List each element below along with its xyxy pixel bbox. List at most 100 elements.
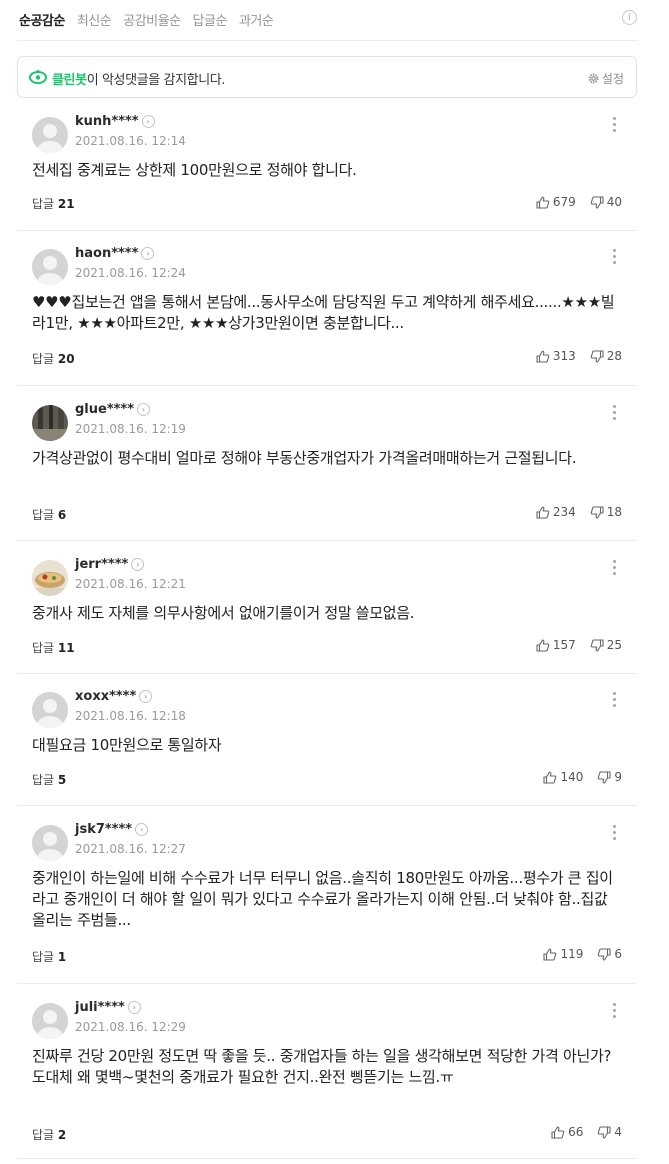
reply-button[interactable]: 답글 2 xyxy=(32,1126,66,1143)
comment-item: haon**** › 2021.08.16. 12:24 ♥♥♥집보는건 앱을 … xyxy=(17,246,636,386)
nickname[interactable]: haon**** xyxy=(75,246,138,261)
reply-button[interactable]: 답글 11 xyxy=(32,639,75,656)
like-button[interactable]: 157 xyxy=(536,638,576,652)
chevron-right-icon[interactable]: › xyxy=(139,690,153,703)
chevron-right-icon[interactable]: › xyxy=(127,1001,141,1014)
chevron-right-icon[interactable]: › xyxy=(141,115,155,128)
comment-text: 가격상관없이 평수대비 얼마로 정해야 부동산중개업자가 가격올려매매하는거 근… xyxy=(32,449,577,467)
cleanbot-text: 이 악성댓글을 감지합니다. xyxy=(86,73,226,88)
tab-sort-likes[interactable]: 순공감순 xyxy=(19,10,65,29)
like-button[interactable]: 313 xyxy=(536,349,576,363)
thumbs-down-icon xyxy=(598,770,611,784)
comment-date: 2021.08.16. 12:24 xyxy=(75,266,186,280)
comment-date: 2021.08.16. 12:29 xyxy=(75,1020,186,1034)
avatar[interactable] xyxy=(32,117,68,153)
dislike-button[interactable]: 9 xyxy=(597,770,622,784)
avatar[interactable] xyxy=(32,405,68,441)
reply-label: 답글 xyxy=(32,1128,55,1142)
cleanbot-settings-button[interactable]: 설정 xyxy=(588,70,624,87)
like-count: 140 xyxy=(560,770,584,784)
dislike-count: 28 xyxy=(606,349,622,363)
like-count: 679 xyxy=(552,195,576,209)
nickname-row: xoxx**** › xyxy=(75,689,153,704)
dislike-button[interactable]: 18 xyxy=(590,505,622,519)
thumbs-down-icon xyxy=(590,349,604,363)
reply-label: 답글 xyxy=(32,352,55,366)
tab-sort-replies[interactable]: 답글순 xyxy=(193,10,228,29)
vote-area: 234 18 xyxy=(522,505,622,519)
more-options-icon[interactable] xyxy=(606,405,622,423)
like-button[interactable]: 140 xyxy=(543,770,583,784)
vote-area: 679 40 xyxy=(522,195,622,209)
comment-date: 2021.08.16. 12:19 xyxy=(75,422,186,436)
nickname[interactable]: xoxx**** xyxy=(75,689,136,704)
avatar[interactable] xyxy=(32,692,68,728)
reply-count: 1 xyxy=(57,950,67,964)
reply-button[interactable]: 답글 21 xyxy=(32,195,75,212)
comment-date: 2021.08.16. 12:21 xyxy=(75,577,186,591)
reply-label: 답글 xyxy=(32,641,55,655)
chevron-right-icon[interactable]: › xyxy=(135,823,149,836)
thumbs-down-icon xyxy=(590,195,604,209)
chevron-right-icon[interactable]: › xyxy=(141,247,155,260)
like-button[interactable]: 234 xyxy=(536,505,576,519)
comment-item: kunh**** › 2021.08.16. 12:14 전세집 중계료는 상한… xyxy=(17,114,636,231)
thumbs-up-icon xyxy=(536,349,550,363)
more-options-icon[interactable] xyxy=(606,560,622,578)
comment-item: xoxx**** › 2021.08.16. 12:18 대필요금 10만원으로… xyxy=(17,689,636,806)
dislike-button[interactable]: 40 xyxy=(590,195,622,209)
tab-sort-latest[interactable]: 최신순 xyxy=(77,10,112,29)
nickname[interactable]: juli**** xyxy=(75,1000,125,1015)
vote-area: 140 9 xyxy=(529,770,622,784)
nickname[interactable]: jsk7**** xyxy=(75,822,132,837)
reply-button[interactable]: 답글 1 xyxy=(32,948,66,965)
avatar[interactable] xyxy=(32,249,68,285)
gear-icon xyxy=(588,73,599,84)
more-options-icon[interactable] xyxy=(606,1003,622,1021)
reply-button[interactable]: 답글 6 xyxy=(32,506,66,523)
dislike-button[interactable]: 25 xyxy=(590,638,622,652)
more-options-icon[interactable] xyxy=(606,825,622,843)
nickname[interactable]: glue**** xyxy=(75,402,134,417)
comment-item: jerr**** › 2021.08.16. 12:21 중개사 제도 자체를 … xyxy=(17,557,636,674)
reply-button[interactable]: 답글 5 xyxy=(32,771,66,788)
chevron-right-icon[interactable]: › xyxy=(137,403,151,416)
like-count: 157 xyxy=(552,638,576,652)
reply-button[interactable]: 답글 20 xyxy=(32,350,75,367)
thumbs-down-icon xyxy=(590,505,604,519)
cleanbot-name: 클린봇 xyxy=(52,73,87,88)
reply-label: 답글 xyxy=(32,773,55,787)
reply-label: 답글 xyxy=(32,197,55,211)
avatar[interactable] xyxy=(32,560,68,596)
comment-text: 대필요금 10만원으로 통일하자 xyxy=(32,736,222,754)
reply-count: 6 xyxy=(57,508,67,522)
chevron-right-icon[interactable]: › xyxy=(131,558,145,571)
avatar[interactable] xyxy=(32,825,68,861)
sort-tabs: 순공감순 최신순 공감비율순 답글순 과거순 xyxy=(19,8,285,30)
nickname[interactable]: jerr**** xyxy=(75,557,128,572)
reply-count: 5 xyxy=(57,773,67,787)
dislike-button[interactable]: 4 xyxy=(597,1125,622,1139)
more-options-icon[interactable] xyxy=(606,249,622,267)
like-button[interactable]: 119 xyxy=(543,947,583,961)
divider xyxy=(17,40,638,41)
vote-area: 157 25 xyxy=(522,638,622,652)
thumbs-down-icon xyxy=(598,947,611,961)
like-button[interactable]: 66 xyxy=(551,1125,583,1139)
nickname-row: juli**** › xyxy=(75,1000,141,1015)
thumbs-up-icon xyxy=(551,1125,565,1139)
tab-sort-like-ratio[interactable]: 공감비율순 xyxy=(123,10,181,29)
nickname-row: kunh**** › xyxy=(75,114,155,129)
nickname-row: glue**** › xyxy=(75,402,151,417)
more-options-icon[interactable] xyxy=(606,692,622,710)
cleanbot-message: 클린봇이 악성댓글을 감지합니다. xyxy=(52,69,225,88)
info-icon[interactable]: i xyxy=(622,10,637,25)
like-button[interactable]: 679 xyxy=(536,195,576,209)
more-options-icon[interactable] xyxy=(606,117,622,135)
thumbs-up-icon xyxy=(543,947,557,961)
tab-sort-oldest[interactable]: 과거순 xyxy=(239,10,274,29)
nickname[interactable]: kunh**** xyxy=(75,114,139,129)
dislike-button[interactable]: 28 xyxy=(590,349,622,363)
dislike-button[interactable]: 6 xyxy=(597,947,622,961)
avatar[interactable] xyxy=(32,1003,68,1039)
